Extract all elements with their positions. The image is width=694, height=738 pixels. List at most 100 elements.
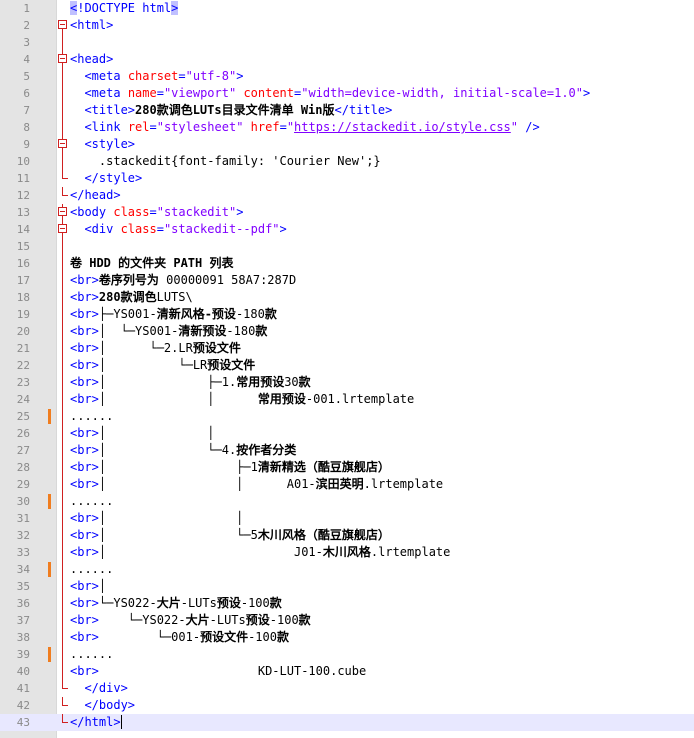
- code-text[interactable]: ......: [70, 646, 113, 663]
- code-text[interactable]: 卷 HDD 的文件夹 PATH 列表: [70, 255, 233, 272]
- code-text[interactable]: </body>: [70, 697, 135, 714]
- code-line[interactable]: 7 <title>280款调色LUTs目录文件清单 Win版</title>: [0, 102, 694, 119]
- line-number: 8: [23, 121, 30, 134]
- code-text[interactable]: <br> └─YS022-大片-LUTs预设-100款: [70, 612, 311, 629]
- code-text[interactable]: <br>│ │ 常用预设-001.lrtemplate: [70, 391, 414, 408]
- code-line[interactable]: 15: [0, 238, 694, 255]
- code-text[interactable]: <br>│ └─YS001-清新预设-180款: [70, 323, 267, 340]
- code-text[interactable]: <br>├─YS001-清新风格-预设-180款: [70, 306, 277, 323]
- code-text[interactable]: </div>: [70, 680, 127, 697]
- code-line[interactable]: 43 </html>: [0, 714, 694, 731]
- code-line[interactable]: 22 <br>│ └─LR预设文件: [0, 357, 694, 374]
- code-text[interactable]: <br>│ │: [70, 425, 215, 442]
- code-line[interactable]: 8 <link rel="stylesheet" href="https://s…: [0, 119, 694, 136]
- code-line[interactable]: 29 <br>│ │ A01-滨田英明.lrtemplate: [0, 476, 694, 493]
- code-text[interactable]: <div class="stackedit--pdf">: [70, 221, 286, 238]
- code-line[interactable]: 14 <div class="stackedit--pdf">: [0, 221, 694, 238]
- code-line[interactable]: 35 <br>│: [0, 578, 694, 595]
- code-text[interactable]: <br>│ └─LR预设文件: [70, 357, 255, 374]
- code-text[interactable]: <meta name="viewport" content="width=dev…: [70, 85, 590, 102]
- line-number: 16: [16, 257, 30, 270]
- code-text[interactable]: </head>: [70, 187, 121, 204]
- code-line[interactable]: 1 <!DOCTYPE html>: [0, 0, 694, 17]
- code-line[interactable]: 9 <style>: [0, 136, 694, 153]
- code-text[interactable]: <br>280款调色LUTS\: [70, 289, 193, 306]
- fold-toggle-icon[interactable]: [57, 221, 69, 238]
- code-text[interactable]: <br>│ J01-木川风格.lrtemplate: [70, 544, 450, 561]
- fold-line: [57, 442, 69, 459]
- code-text[interactable]: ......: [70, 408, 113, 425]
- code-text[interactable]: <!DOCTYPE html>: [70, 0, 179, 17]
- code-line[interactable]: 4 <head>: [0, 51, 694, 68]
- code-line[interactable]: 6 <meta name="viewport" content="width=d…: [0, 85, 694, 102]
- code-text[interactable]: <br>│ │: [70, 510, 243, 527]
- code-line[interactable]: 42 </body>: [0, 697, 694, 714]
- code-line[interactable]: 16 卷 HDD 的文件夹 PATH 列表: [0, 255, 694, 272]
- code-line[interactable]: 17 <br>卷序列号为 00000091 58A7:287D: [0, 272, 694, 289]
- code-line[interactable]: 21 <br>│ └─2.LR预设文件: [0, 340, 694, 357]
- fold-toggle-icon[interactable]: [57, 204, 69, 221]
- code-line[interactable]: 37 <br> └─YS022-大片-LUTs预设-100款: [0, 612, 694, 629]
- code-text[interactable]: <br>卷序列号为 00000091 58A7:287D: [70, 272, 296, 289]
- code-text[interactable]: <br>│ ├─1.常用预设30款: [70, 374, 311, 391]
- line-number: 18: [16, 291, 30, 304]
- code-line[interactable]: 3: [0, 34, 694, 51]
- code-text[interactable]: <br>│: [70, 578, 106, 595]
- code-line[interactable]: 13 <body class="stackedit">: [0, 204, 694, 221]
- code-text[interactable]: </html>: [70, 714, 122, 731]
- code-text[interactable]: <head>: [70, 51, 113, 68]
- code-text[interactable]: <br>│ └─5木川风格（酷豆旗舰店）: [70, 527, 390, 544]
- fold-line: [57, 85, 69, 102]
- code-text[interactable]: <meta charset="utf-8">: [70, 68, 243, 85]
- code-line[interactable]: 5 <meta charset="utf-8">: [0, 68, 694, 85]
- code-line[interactable]: 20 <br>│ └─YS001-清新预设-180款: [0, 323, 694, 340]
- code-line[interactable]: 32 <br>│ └─5木川风格（酷豆旗舰店）: [0, 527, 694, 544]
- code-text[interactable]: <br>│ ├─1清新精选（酷豆旗舰店）: [70, 459, 390, 476]
- code-line[interactable]: 30......: [0, 493, 694, 510]
- code-text[interactable]: <br>└─YS022-大片-LUTs预设-100款: [70, 595, 282, 612]
- code-text[interactable]: ......: [70, 561, 113, 578]
- code-line[interactable]: 28 <br>│ ├─1清新精选（酷豆旗舰店）: [0, 459, 694, 476]
- code-line[interactable]: 27 <br>│ └─4.按作者分类: [0, 442, 694, 459]
- line-number: 43: [16, 716, 30, 729]
- code-text[interactable]: .stackedit{font-family: 'Courier New';}: [70, 153, 381, 170]
- code-text[interactable]: </style>: [70, 170, 142, 187]
- code-text[interactable]: <br> KD-LUT-100.cube: [70, 663, 366, 680]
- code-text[interactable]: <html>: [70, 17, 113, 34]
- code-line[interactable]: 10 .stackedit{font-family: 'Courier New'…: [0, 153, 694, 170]
- code-line[interactable]: 19 <br>├─YS001-清新风格-预设-180款: [0, 306, 694, 323]
- fold-toggle-icon[interactable]: [57, 17, 69, 34]
- code-editor[interactable]: 1 <!DOCTYPE html> 2 <html> 3 4 <head> 5 <meta c…: [0, 0, 694, 738]
- code-line[interactable]: 18 <br>280款调色LUTS\: [0, 289, 694, 306]
- code-text[interactable]: ......: [70, 493, 113, 510]
- code-line[interactable]: 34......: [0, 561, 694, 578]
- code-line[interactable]: 41 </div>: [0, 680, 694, 697]
- code-line[interactable]: 36 <br>└─YS022-大片-LUTs预设-100款: [0, 595, 694, 612]
- code-text[interactable]: <link rel="stylesheet" href="https://sta…: [70, 119, 539, 136]
- code-line[interactable]: 38 <br> └─001-预设文件-100款: [0, 629, 694, 646]
- code-line[interactable]: 25......: [0, 408, 694, 425]
- code-text[interactable]: <body class="stackedit">: [70, 204, 243, 221]
- code-line[interactable]: 40 <br> KD-LUT-100.cube: [0, 663, 694, 680]
- code-text[interactable]: <title>280款调色LUTs目录文件清单 Win版</title>: [70, 102, 392, 119]
- code-text[interactable]: <br>│ └─2.LR预设文件: [70, 340, 241, 357]
- code-text[interactable]: <style>: [70, 136, 135, 153]
- code-text[interactable]: <br>│ │ A01-滨田英明.lrtemplate: [70, 476, 443, 493]
- code-line[interactable]: 33 <br>│ J01-木川风格.lrtemplate: [0, 544, 694, 561]
- line-number: 20: [16, 325, 30, 338]
- fold-toggle-icon[interactable]: [57, 136, 69, 153]
- code-line[interactable]: 2 <html>: [0, 17, 694, 34]
- code-text[interactable]: <br>│ └─4.按作者分类: [70, 442, 296, 459]
- fold-line: [57, 306, 69, 323]
- code-line[interactable]: 11 </style>: [0, 170, 694, 187]
- fold-line: [57, 510, 69, 527]
- fold-toggle-icon[interactable]: [57, 51, 69, 68]
- code-text[interactable]: <br> └─001-预设文件-100款: [70, 629, 289, 646]
- code-line[interactable]: 39......: [0, 646, 694, 663]
- code-line[interactable]: 26 <br>│ │: [0, 425, 694, 442]
- code-line[interactable]: 31 <br>│ │: [0, 510, 694, 527]
- code-line[interactable]: 23 <br>│ ├─1.常用预设30款: [0, 374, 694, 391]
- code-line[interactable]: 24 <br>│ │ 常用预设-001.lrtemplate: [0, 391, 694, 408]
- code-line[interactable]: 12 </head>: [0, 187, 694, 204]
- line-number: 36: [16, 597, 30, 610]
